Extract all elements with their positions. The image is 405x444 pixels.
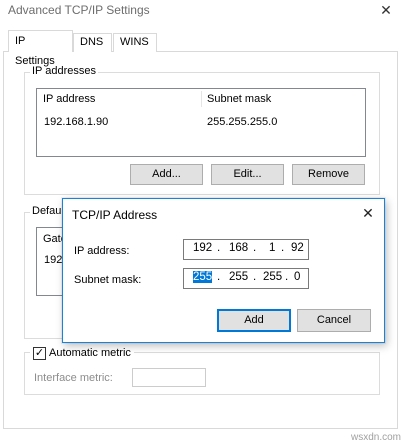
ip-octet-3[interactable]: 1 bbox=[269, 242, 275, 254]
ip-dot: . bbox=[217, 242, 221, 254]
ip-octet-1[interactable]: 192 bbox=[193, 242, 212, 254]
default-gateways-legend: Defaul bbox=[30, 205, 66, 217]
dialog-close-icon[interactable]: ✕ bbox=[358, 203, 378, 223]
dialog-add-button[interactable]: Add bbox=[217, 309, 291, 332]
mask-octet-2[interactable]: 255 bbox=[229, 271, 248, 283]
interface-metric-input[interactable] bbox=[132, 368, 206, 387]
tab-ip-settings[interactable]: IP Settings bbox=[8, 30, 73, 67]
ip-address-field[interactable]: 192 . 168 . 1 . 92 bbox=[183, 239, 309, 260]
window-title: Advanced TCP/IP Settings bbox=[8, 3, 150, 17]
ip-dot: . bbox=[253, 242, 257, 254]
column-header-mask[interactable]: Subnet mask bbox=[201, 89, 361, 109]
mask-dot: . bbox=[253, 271, 257, 283]
tab-strip: IP Settings DNS WINS bbox=[0, 30, 405, 67]
edit-ip-button[interactable]: Edit... bbox=[211, 164, 284, 185]
column-header-ip[interactable]: IP address bbox=[37, 89, 201, 109]
mask-octet-4[interactable]: 0 bbox=[294, 271, 300, 283]
add-ip-button[interactable]: Add... bbox=[130, 164, 203, 185]
gateway-row-cell[interactable]: 192 bbox=[44, 254, 62, 266]
automatic-metric-checkbox[interactable]: ✓ bbox=[33, 347, 46, 360]
tcpip-address-dialog: TCP/IP Address ✕ IP address: 192 . 168 .… bbox=[62, 198, 385, 343]
remove-ip-button[interactable]: Remove bbox=[292, 164, 365, 185]
tab-wins[interactable]: WINS bbox=[113, 33, 157, 52]
subnet-mask-label: Subnet mask: bbox=[74, 274, 142, 286]
ip-dot: . bbox=[281, 242, 285, 254]
mask-dot: . bbox=[285, 271, 289, 283]
window-close-icon[interactable]: ✕ bbox=[376, 0, 396, 20]
interface-metric-label: Interface metric: bbox=[34, 372, 113, 384]
dialog-title: TCP/IP Address bbox=[72, 208, 158, 222]
ip-address-list[interactable]: IP address Subnet mask 192.168.1.90 255.… bbox=[36, 88, 366, 157]
mask-dot: . bbox=[217, 271, 221, 283]
subnet-mask-field[interactable]: 255 . 255 . 255 . 0 bbox=[183, 268, 309, 289]
watermark-text: wsxdn.com bbox=[350, 432, 401, 443]
ip-octet-4[interactable]: 92 bbox=[291, 242, 304, 254]
row-mask-cell[interactable]: 255.255.255.0 bbox=[207, 116, 277, 128]
row-ip-cell[interactable]: 192.168.1.90 bbox=[44, 116, 108, 128]
dialog-cancel-button[interactable]: Cancel bbox=[297, 309, 371, 332]
list-header: IP address Subnet mask bbox=[37, 89, 365, 109]
mask-octet-3[interactable]: 255 bbox=[263, 271, 282, 283]
automatic-metric-label[interactable]: Automatic metric bbox=[49, 347, 131, 359]
ip-address-label: IP address: bbox=[74, 245, 130, 257]
tab-dns[interactable]: DNS bbox=[73, 33, 112, 52]
mask-octet-1[interactable]: 255 bbox=[193, 271, 213, 283]
ip-octet-2[interactable]: 168 bbox=[229, 242, 248, 254]
